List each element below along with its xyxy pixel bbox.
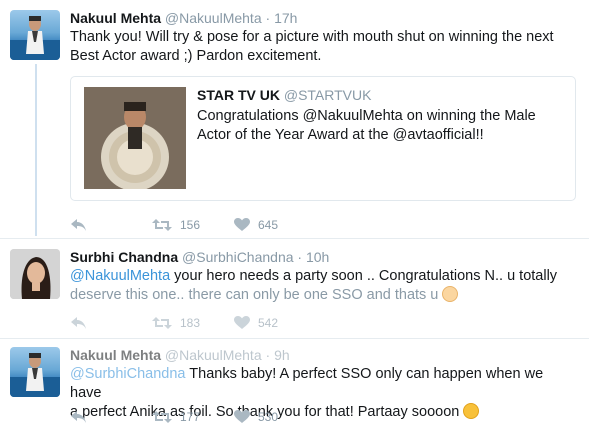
heart-icon: [234, 410, 250, 423]
reply-button[interactable]: [70, 313, 88, 333]
avatar[interactable]: [10, 347, 60, 397]
retweet-icon: [152, 411, 172, 423]
tweet[interactable]: Surbhi Chandna @SurbhiChandna · 10h @Nak…: [0, 238, 589, 338]
retweet-count: 177: [180, 410, 201, 424]
tweet-text: @SurbhiChandna Thanks baby! A perfect SS…: [70, 365, 575, 422]
author-name[interactable]: Nakuul Mehta: [70, 10, 161, 26]
blush-emoji-icon: [442, 286, 459, 302]
tweet-text: Thank you! Will try & pose for a picture…: [70, 29, 554, 64]
like-button[interactable]: 542: [234, 313, 278, 333]
author-name[interactable]: Surbhi Chandna: [70, 249, 178, 265]
avatar[interactable]: [10, 10, 60, 60]
quoted-tweet[interactable]: STAR TV UK @STARTVUK Congratulations @Na…: [70, 76, 576, 201]
reply-button[interactable]: [70, 407, 88, 427]
tweet-header: Nakuul Mehta @NakuulMehta · 9h: [70, 347, 290, 363]
like-count: 530: [258, 410, 279, 424]
like-count: 645: [258, 218, 279, 232]
retweet-icon: [152, 219, 172, 231]
quoted-author-name[interactable]: STAR TV UK: [197, 87, 280, 103]
retweet-button[interactable]: 183: [152, 313, 200, 333]
quoted-tweet-header: STAR TV UK @STARTVUK: [197, 87, 371, 103]
tweet-text: @NakuulMehta your hero needs a party soo…: [70, 267, 575, 305]
quoted-author-handle[interactable]: @STARTVUK: [284, 87, 372, 103]
author-handle[interactable]: @SurbhiChandna: [182, 249, 294, 265]
avatar-photo: [10, 249, 60, 299]
like-button[interactable]: 530: [234, 407, 278, 427]
mention-link[interactable]: @SurbhiChandna: [70, 366, 186, 382]
thread-line: [35, 64, 37, 236]
retweet-icon: [152, 317, 172, 329]
like-button[interactable]: 645: [234, 215, 278, 235]
reply-button[interactable]: [70, 215, 88, 235]
reply-icon: [71, 219, 86, 231]
author-name[interactable]: Nakuul Mehta: [70, 347, 161, 363]
tweet-header: Surbhi Chandna @SurbhiChandna · 10h: [70, 249, 329, 265]
timestamp[interactable]: 10h: [306, 249, 329, 265]
separator-dot: ·: [265, 10, 271, 26]
reply-icon: [71, 317, 86, 329]
timestamp[interactable]: 17h: [274, 10, 297, 26]
retweet-count: 156: [180, 218, 201, 232]
tweet[interactable]: Nakuul Mehta @NakuulMehta · 17h Thank yo…: [0, 0, 589, 238]
retweet-button[interactable]: 156: [152, 215, 200, 235]
tweet-text-line2: deserve this one.. there can only be one…: [70, 287, 439, 303]
tweet-text-line1: your hero needs a party soon .. Congratu…: [170, 268, 558, 284]
author-handle[interactable]: @NakuulMehta: [165, 10, 262, 26]
tweet[interactable]: Nakuul Mehta @NakuulMehta · 9h @SurbhiCh…: [0, 338, 589, 436]
quoted-tweet-image: [84, 87, 186, 189]
heart-icon: [234, 316, 250, 329]
separator-dot: ·: [265, 347, 271, 363]
heart-icon: [234, 218, 250, 231]
retweet-count: 183: [180, 316, 201, 330]
tweet-header: Nakuul Mehta @NakuulMehta · 17h: [70, 10, 297, 26]
retweet-button[interactable]: 177: [152, 407, 200, 427]
avatar[interactable]: [10, 249, 60, 299]
quoted-tweet-text: Congratulations @NakuulMehta on winning …: [197, 108, 536, 143]
separator-dot: ·: [297, 249, 303, 265]
mention-link[interactable]: @NakuulMehta: [70, 268, 170, 284]
reply-icon: [71, 411, 86, 423]
like-count: 542: [258, 316, 279, 330]
avatar-photo: [10, 353, 60, 397]
timestamp[interactable]: 9h: [274, 347, 290, 363]
avatar-photo: [10, 16, 60, 60]
smile-emoji-icon: [463, 403, 480, 419]
author-handle[interactable]: @NakuulMehta: [165, 347, 262, 363]
